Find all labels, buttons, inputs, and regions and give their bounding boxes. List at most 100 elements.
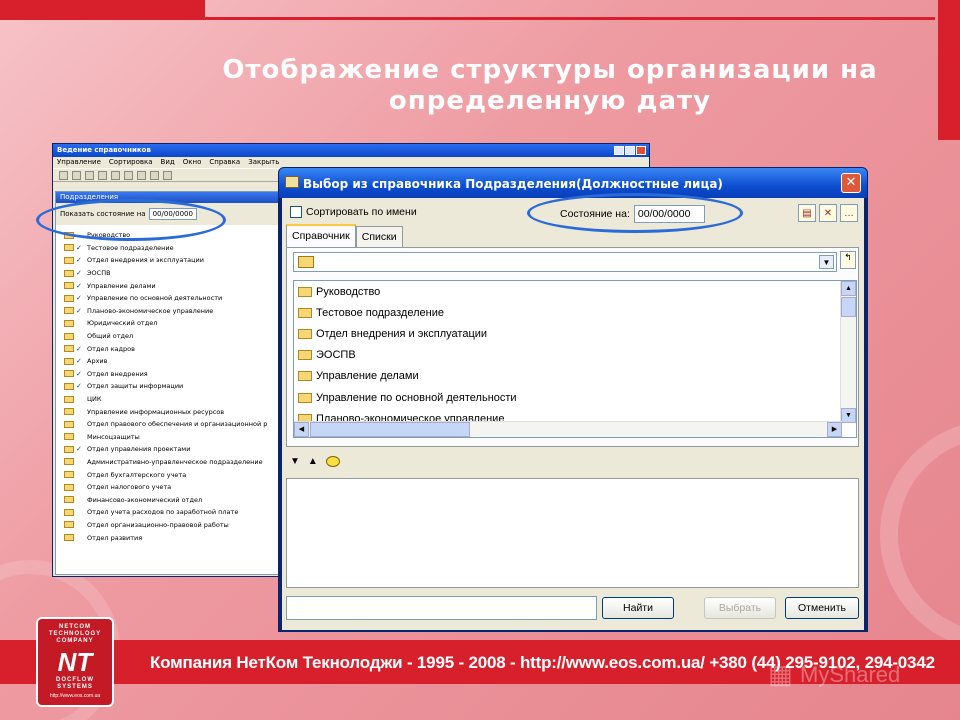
tree-row[interactable]: Отдел бухгалтерского учета	[64, 468, 280, 481]
folder-icon	[64, 534, 74, 542]
scroll-down-icon[interactable]: ▼	[841, 408, 856, 423]
select-button[interactable]: Выбрать	[704, 597, 776, 619]
check-icon: ✓	[76, 369, 82, 378]
list-item[interactable]: Отдел внедрения и эксплуатации	[294, 323, 856, 344]
new-icon[interactable]	[59, 171, 68, 180]
tree-row[interactable]: Отдел правового обеспечения и организаци…	[64, 418, 280, 431]
folder-icon	[64, 496, 74, 504]
menu-item[interactable]: Справка	[209, 158, 240, 167]
find-button[interactable]: Найти	[602, 597, 674, 619]
card-icon[interactable]: ▤	[798, 204, 816, 222]
tab-reference[interactable]: Справочник	[286, 224, 356, 248]
search-input[interactable]	[286, 596, 597, 620]
menu-item[interactable]: Сортировка	[109, 158, 153, 167]
scroll-thumb[interactable]	[841, 297, 856, 317]
menu-item[interactable]: Управление	[57, 158, 101, 167]
logo-top-text: NETCOM TECHNOLOGY COMPANY	[48, 624, 102, 644]
tree-row-label: Отдел налогового учета	[87, 483, 172, 492]
tree-row-label: Минсоцзащиты	[87, 432, 140, 441]
tree-row[interactable]: ✓ Отдел кадров	[64, 342, 280, 355]
tree-row[interactable]: Управление информационных ресурсов	[64, 405, 280, 418]
close-icon[interactable]: ✕	[841, 173, 861, 193]
tree-row[interactable]: ✓ Отдел внедрения и эксплуатации	[64, 254, 280, 267]
tree-row[interactable]: ЦИК	[64, 393, 280, 406]
maximize-icon[interactable]	[625, 146, 635, 155]
tree-row[interactable]: ✓ Отдел управления проектами	[64, 443, 280, 456]
edit-icon[interactable]	[85, 171, 94, 180]
path-combo[interactable]: ▼	[293, 252, 837, 272]
tree-row[interactable]: ✓ Отдел защиты информации	[64, 380, 280, 393]
sort-by-name-checkbox[interactable]: Сортировать по имени	[290, 206, 417, 218]
tree-row[interactable]: Отдел развития	[64, 531, 280, 544]
scroll-up-icon[interactable]: ▲	[841, 281, 856, 296]
tree-row[interactable]: Юридический отдел	[64, 317, 280, 330]
scroll-thumb[interactable]	[310, 422, 470, 437]
scroll-left-icon[interactable]: ◀	[294, 422, 309, 437]
tree-row[interactable]: Общий отдел	[64, 330, 280, 343]
level-up-icon[interactable]: ↰	[840, 251, 856, 269]
minimize-icon[interactable]	[614, 146, 624, 155]
tree-row-label: Управление по основной деятельности	[87, 294, 223, 303]
move-up-icon[interactable]	[124, 171, 133, 180]
scroll-right-icon[interactable]: ▶	[827, 422, 842, 437]
tree-row[interactable]: Отдел налогового учета	[64, 481, 280, 494]
list-item[interactable]: ЭОСПВ	[294, 345, 856, 366]
find-icon[interactable]	[137, 171, 146, 180]
tree-row-label: Отдел учета расходов по заработной плате	[87, 508, 239, 517]
tree-row[interactable]: Отдел учета расходов по заработной плате	[64, 506, 280, 519]
move-down-icon[interactable]	[111, 171, 120, 180]
list-item[interactable]: Управление делами	[294, 366, 856, 387]
dialog-body: Сортировать по имени Состояние на: 00/00…	[282, 198, 864, 630]
delete-icon[interactable]	[98, 171, 107, 180]
tab-panel: ▼ ↰ Руководство Тестовое подразделение Отд…	[286, 247, 859, 447]
tree-row[interactable]: ✓ ЭОСПВ	[64, 267, 280, 280]
copy-icon[interactable]	[72, 171, 81, 180]
check-icon: ✓	[76, 382, 82, 391]
tree-row-label: Отдел внедрения и эксплуатации	[87, 256, 204, 265]
tree-row[interactable]: Отдел организационно-правовой работы	[64, 519, 280, 532]
tree-row[interactable]: Административно-управленческое подраздел…	[64, 456, 280, 469]
comment-icon[interactable]	[325, 456, 340, 467]
folder-icon	[64, 382, 74, 390]
tree-row[interactable]: ✓ Отдел внедрения	[64, 368, 280, 381]
dialog-toolbar: ▤ ✕ …	[798, 204, 858, 222]
checkbox-box[interactable]	[290, 206, 302, 218]
slide: Отображение структуры организации на опр…	[0, 0, 960, 720]
tree-row[interactable]: ✓ Архив	[64, 355, 280, 368]
exit-icon[interactable]	[163, 171, 172, 180]
tree-row-label: Отдел защиты информации	[87, 382, 184, 391]
open-folder-icon	[298, 256, 314, 268]
close-icon[interactable]	[636, 146, 646, 155]
vertical-scrollbar[interactable]: ▲ ▼	[840, 281, 856, 423]
tree-row[interactable]: Финансово-экономический отдел	[64, 493, 280, 506]
comment-icon[interactable]: …	[840, 204, 858, 222]
list-item[interactable]: Тестовое подразделение	[294, 302, 856, 323]
list-item-label: Управление делами	[316, 370, 419, 383]
logo-bottom-text: DOCFLOW SYSTEMS	[56, 677, 94, 690]
menu-item[interactable]: Вид	[161, 158, 175, 167]
warning-icon[interactable]	[150, 171, 159, 180]
list-item[interactable]: Руководство	[294, 281, 856, 302]
menu-item[interactable]: Закрыть	[248, 158, 279, 167]
chevron-down-icon[interactable]: ▼	[819, 255, 834, 269]
tree-row-label: Отдел кадров	[87, 344, 135, 353]
arrow-up-icon[interactable]: ▲	[308, 456, 318, 467]
folder-icon	[64, 471, 74, 479]
tree-row-label: Отдел управления проектами	[87, 445, 191, 454]
delete-card-icon[interactable]: ✕	[819, 204, 837, 222]
menu-item[interactable]: Окно	[183, 158, 202, 167]
horizontal-scrollbar[interactable]: ◀ ▶	[294, 421, 842, 437]
cancel-button[interactable]: Отменить	[785, 597, 859, 619]
tab-lists[interactable]: Списки	[355, 226, 403, 247]
logo-mark: NT	[57, 647, 93, 677]
tree-row-label: Отдел организационно-правовой работы	[87, 520, 229, 529]
tree-row[interactable]: Минсоцзащиты	[64, 431, 280, 444]
list-item[interactable]: Управление по основной деятельности	[294, 387, 856, 408]
tree-row[interactable]: ✓ Планово-экономическое управление	[64, 305, 280, 318]
arrow-down-icon[interactable]: ▼	[290, 456, 300, 467]
folder-icon	[64, 332, 74, 340]
check-icon: ✓	[76, 294, 82, 303]
tree-row[interactable]: ✓ Управление по основной деятельности	[64, 292, 280, 305]
tree-row[interactable]: ✓ Тестовое подразделение	[64, 242, 280, 255]
tree-row[interactable]: ✓ Управление делами	[64, 279, 280, 292]
